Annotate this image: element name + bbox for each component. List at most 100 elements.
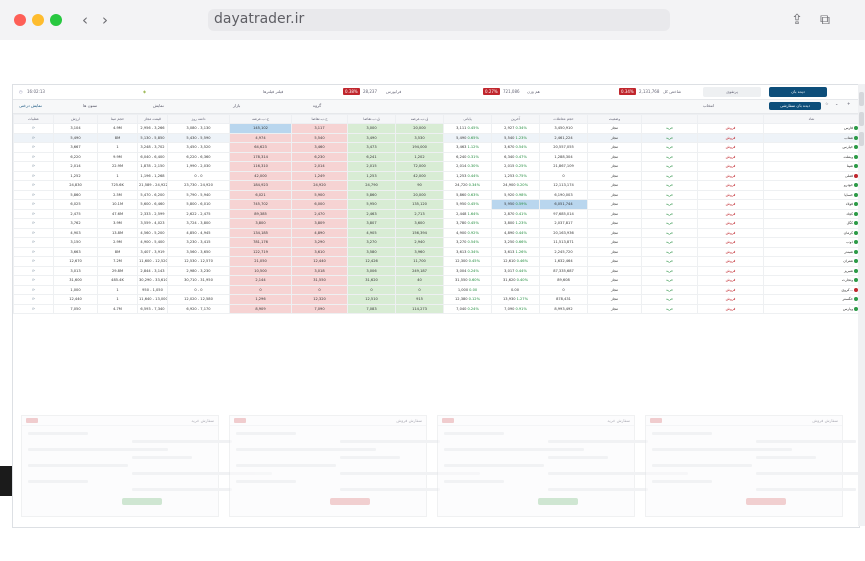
- symbol-name[interactable]: شتاب: [844, 136, 853, 140]
- table-row[interactable]: ⟳ 12,670 7.2M 11,600 - 12,520 12,530 - 12,57…: [13, 256, 859, 267]
- buy-link[interactable]: خرید: [641, 189, 698, 200]
- buy-link[interactable]: خرید: [641, 132, 698, 143]
- table-row[interactable]: ⟳ 3,762 3.9M 3,559 - 4,023 3,724 - 3,800 3,80…: [13, 218, 859, 229]
- add-icon[interactable]: +: [847, 101, 850, 106]
- refresh-icon[interactable]: ⟳: [13, 265, 54, 276]
- sell-link[interactable]: فروش: [697, 142, 764, 153]
- column-header[interactable]: ح.ب.عرضه: [229, 114, 292, 124]
- column-header[interactable]: وضعیت: [587, 114, 642, 124]
- symbol-cell[interactable]: وپارس: [763, 303, 859, 314]
- refresh-icon[interactable]: ⟳: [13, 161, 54, 172]
- column-header[interactable]: [641, 114, 698, 124]
- symbol-name[interactable]: خساپا: [844, 193, 853, 197]
- column-header[interactable]: عملیات: [13, 114, 54, 124]
- order-form-field[interactable]: [652, 432, 712, 435]
- buy-link[interactable]: خرید: [641, 199, 698, 210]
- column-header[interactable]: [697, 114, 764, 124]
- table-row[interactable]: ⟳ 24,830 725.6K 21,589 - 24,922 23,730 - 24,…: [13, 180, 859, 191]
- table-row[interactable]: ⟳ 2,475 47.6M 2,333 - 2,599 2,622 - 2,475 89,…: [13, 208, 859, 219]
- display-field[interactable]: نمایش: [153, 103, 164, 108]
- order-form-field[interactable]: [28, 448, 168, 451]
- table-row[interactable]: ⟳ 1,000 1 950 - 1,050 0 - 0 0 0 0 0 1,0000.00 0.00…: [13, 284, 859, 295]
- table-row[interactable]: ⟳ 7,050 4.7M 6,593 - 7,340 6,920 - 7,170 8,90…: [13, 303, 859, 314]
- table-row[interactable]: ⟳ 31,600 485.4K 30,290 - 33,610 30,710 - 31,…: [13, 275, 859, 286]
- refresh-icon[interactable]: ⟳: [13, 132, 54, 143]
- table-row[interactable]: ⟳ 3,150 2.9M 4,900 - 5,400 3,230 - 3,415 781,…: [13, 237, 859, 248]
- sell-link[interactable]: فروش: [697, 218, 764, 229]
- star-icon[interactable]: ☆: [825, 101, 829, 106]
- order-form-field[interactable]: [132, 488, 232, 491]
- symbol-name[interactable]: شبندر: [844, 250, 853, 254]
- sell-link[interactable]: فروش: [697, 161, 764, 172]
- table-row[interactable]: ⟳ 6,220 9.9M 6,040 - 6,400 6,220 - 6,360 178,…: [13, 151, 859, 162]
- symbol-name[interactable]: شتران: [843, 259, 853, 263]
- order-form-field[interactable]: [756, 440, 856, 443]
- table-row[interactable]: ⟳ 3,663 8M 3,407 - 3,919 3,560 - 3,650 122,71…: [13, 246, 859, 257]
- buy-link[interactable]: خرید: [641, 227, 698, 238]
- order-form-field[interactable]: [132, 440, 232, 443]
- group-field[interactable]: گروه: [313, 103, 321, 108]
- buy-link[interactable]: خرید: [641, 161, 698, 172]
- sell-link[interactable]: فروش: [697, 208, 764, 219]
- symbol-cell[interactable]: فولاد: [763, 199, 859, 210]
- buy-link[interactable]: خرید: [641, 294, 698, 305]
- order-form-field[interactable]: [340, 440, 440, 443]
- table-row[interactable]: ⟳ 12,440 1 11,640 - 13,000 12,020 - 12,580 1,…: [13, 294, 859, 305]
- symbol-name[interactable]: ذوب: [846, 240, 853, 244]
- order-form-field[interactable]: [444, 448, 584, 451]
- column-header[interactable]: حجم معاملات: [539, 114, 588, 124]
- buy-link[interactable]: خرید: [641, 237, 698, 248]
- order-form-field[interactable]: [340, 456, 400, 459]
- refresh-icon[interactable]: ⟳: [13, 294, 54, 305]
- sell-link[interactable]: فروش: [697, 284, 764, 295]
- symbol-name[interactable]: کرمان: [844, 231, 853, 235]
- submit-order-button[interactable]: [746, 498, 786, 505]
- side-tool-button[interactable]: [859, 132, 864, 146]
- symbol-cell[interactable]: شتاب: [763, 132, 859, 143]
- symbol-name[interactable]: کچاد: [846, 212, 853, 216]
- symbol-cell[interactable]: کروی...: [763, 284, 859, 295]
- refresh-icon[interactable]: ⟳: [13, 284, 54, 295]
- symbol-name[interactable]: خودرو: [844, 183, 853, 187]
- order-form-field[interactable]: [236, 432, 296, 435]
- refresh-icon[interactable]: ⟳: [13, 275, 54, 286]
- order-panel[interactable]: سفارش فروش: [645, 415, 859, 517]
- column-header[interactable]: ق.ب.تقاضا: [347, 114, 396, 124]
- order-form-field[interactable]: [444, 432, 504, 435]
- order-form-field[interactable]: [548, 456, 608, 459]
- market-field[interactable]: بازار: [233, 103, 240, 108]
- symbol-name[interactable]: فملی: [845, 174, 853, 178]
- table-row[interactable]: ⟳ 5,490 8M 5,130 - 5,850 5,430 - 5,590 4,974 5…: [13, 132, 859, 143]
- sell-link[interactable]: فروش: [697, 199, 764, 210]
- side-tool-button[interactable]: [859, 92, 864, 106]
- refresh-icon[interactable]: ⟳: [13, 142, 54, 153]
- sell-link[interactable]: فروش: [697, 294, 764, 305]
- table-row[interactable]: ⟳ 3,667 1 3,248 - 3,702 3,450 - 3,520 64,623 3…: [13, 142, 859, 153]
- refresh-icon[interactable]: ⟳: [13, 199, 54, 210]
- buy-link[interactable]: خرید: [641, 275, 698, 286]
- sell-link[interactable]: فروش: [697, 303, 764, 314]
- order-form-field[interactable]: [236, 480, 296, 483]
- refresh-icon[interactable]: ⟳: [13, 180, 54, 191]
- symbol-cell[interactable]: شپنا: [763, 161, 859, 172]
- symbol-name[interactable]: شبریز: [844, 269, 853, 273]
- symbol-cell[interactable]: وبملت: [763, 151, 859, 162]
- buy-link[interactable]: خرید: [641, 170, 698, 181]
- symbol-cell[interactable]: ذوب: [763, 237, 859, 248]
- column-header[interactable]: نماد: [763, 114, 859, 124]
- symbol-cell[interactable]: شبریز: [763, 265, 859, 276]
- sell-link[interactable]: فروش: [697, 275, 764, 286]
- symbol-cell[interactable]: خودرو: [763, 180, 859, 191]
- order-form-field[interactable]: [652, 464, 752, 467]
- symbol-name[interactable]: کروی...: [841, 288, 853, 292]
- sell-link[interactable]: فروش: [697, 237, 764, 248]
- sell-link[interactable]: فروش: [697, 180, 764, 191]
- symbol-name[interactable]: وتجارت: [842, 278, 853, 282]
- symbol-name[interactable]: فولاد: [846, 202, 853, 206]
- buy-link[interactable]: خرید: [641, 218, 698, 229]
- refresh-icon[interactable]: ⟳: [13, 208, 54, 219]
- order-form-field[interactable]: [444, 480, 504, 483]
- symbol-name[interactable]: کگل: [847, 221, 853, 225]
- column-header[interactable]: دامنه روز: [167, 114, 230, 124]
- side-tool-button[interactable]: [859, 112, 864, 126]
